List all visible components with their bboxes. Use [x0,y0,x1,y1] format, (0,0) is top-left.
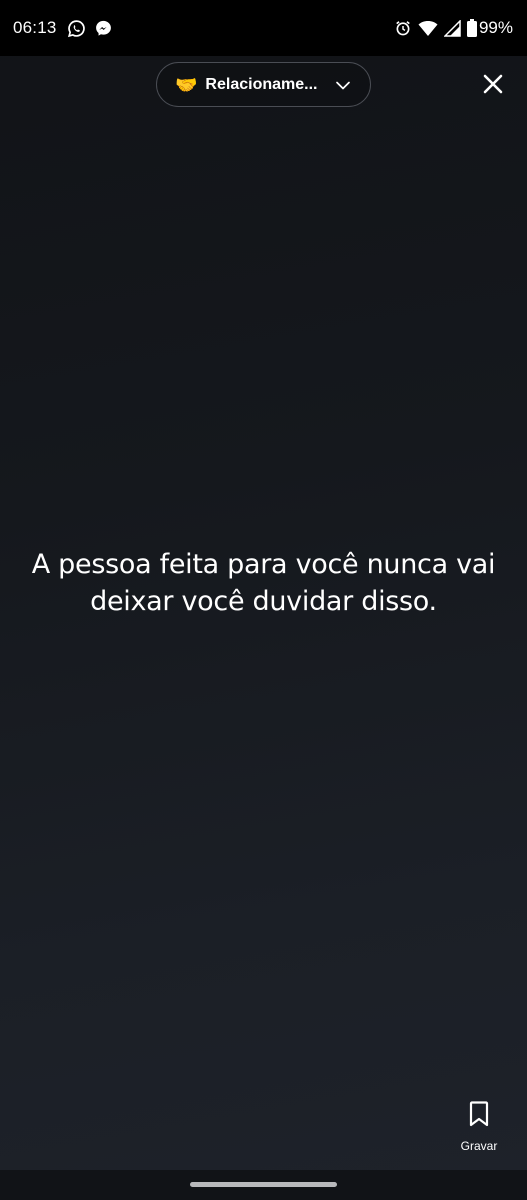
category-selector[interactable]: 🤝 Relacioname... [156,62,371,107]
messenger-icon [94,19,113,38]
chevron-down-icon [334,76,352,99]
home-indicator[interactable] [190,1182,337,1187]
signal-icon [443,19,461,37]
whatsapp-icon [67,19,86,38]
handshake-icon: 🤝 [175,74,198,95]
save-label: Gravar [460,1139,498,1153]
status-bar: 06:13 99% [0,0,527,56]
bookmark-icon [468,1100,490,1133]
quote-screen: 06:13 99% 🤝 Relacioname... A pessoa feit… [0,0,527,1200]
wifi-icon [418,20,438,37]
status-bar-left: 06:13 [13,18,121,38]
alarm-icon [394,19,412,37]
quote-text: A pessoa feita para você nunca vai deixa… [31,549,496,617]
status-bar-right: 99% [388,18,513,38]
close-button[interactable] [478,71,508,101]
close-icon [482,73,504,100]
battery-percent: 99% [478,18,513,37]
status-time: 06:13 [13,18,57,37]
save-button[interactable]: Gravar [452,1100,506,1156]
category-label: Relacioname... [205,75,318,93]
battery-icon [466,19,477,37]
